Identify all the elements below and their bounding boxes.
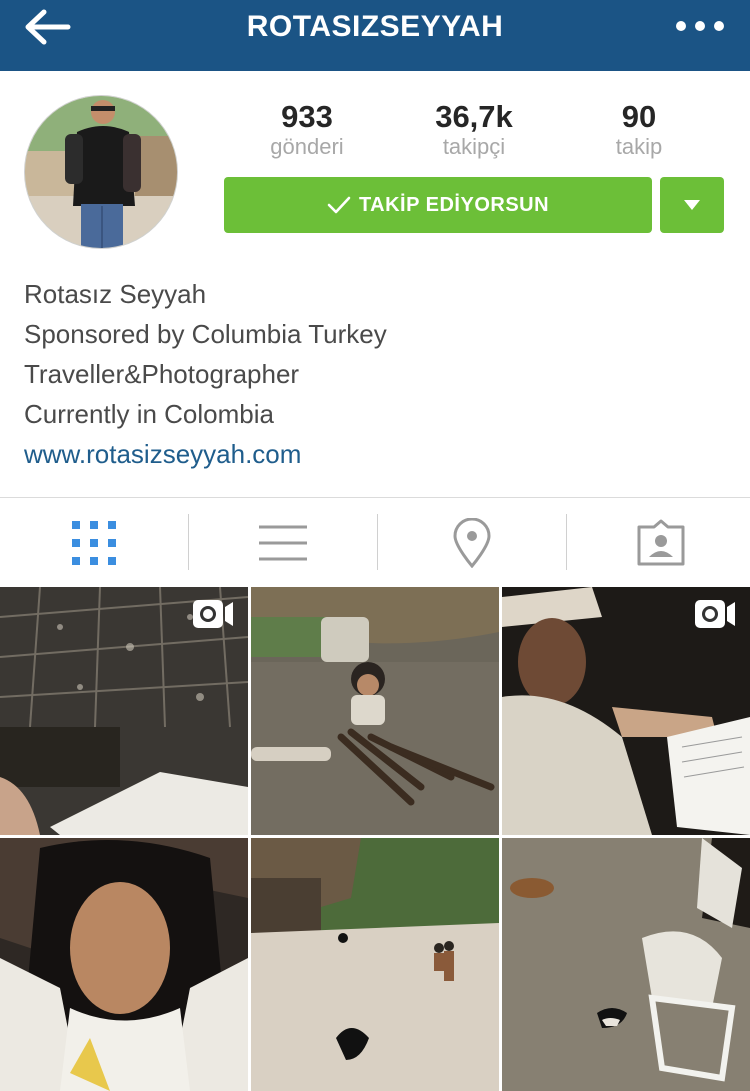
bio-line: Currently in Colombia (24, 399, 274, 429)
bio-line: Traveller&Photographer (24, 359, 300, 389)
profile-view-tabs (0, 497, 750, 587)
tab-grid[interactable] (0, 498, 188, 588)
top-bar: ROTASIZSEYYAH (0, 0, 750, 71)
tagged-photos-icon (637, 519, 685, 566)
caret-down-icon (684, 200, 700, 210)
checkmark-icon (327, 196, 351, 214)
profile-full-name: Rotasız Seyyah (24, 279, 207, 309)
video-icon (695, 600, 735, 628)
following-button[interactable]: TAKİP EDİYORSUN (224, 177, 652, 233)
followers-label: takipçi (442, 134, 506, 159)
posts-grid (0, 587, 750, 1091)
profile-username-title: ROTASIZSEYYAH (246, 10, 504, 43)
tab-list[interactable] (189, 498, 377, 588)
profile-bio: Rotasız Seyyah Sponsored by Columbia Tur… (24, 274, 724, 474)
following-count: 90 (621, 99, 657, 134)
post-thumbnail[interactable] (502, 838, 750, 1091)
stat-following[interactable]: 90 takip (569, 98, 709, 158)
suggestions-dropdown-button[interactable] (660, 177, 724, 233)
bio-website-link[interactable]: www.rotasizseyyah.com (24, 434, 724, 474)
bio-line: Sponsored by Columbia Turkey (24, 319, 387, 349)
location-pin-icon (453, 518, 491, 568)
tab-map[interactable] (378, 498, 566, 588)
following-button-label: TAKİP EDİYORSUN (358, 193, 550, 216)
video-icon (193, 600, 233, 628)
stat-followers[interactable]: 36,7k takipçi (404, 98, 544, 158)
post-thumbnail[interactable] (251, 587, 499, 835)
tab-tagged[interactable] (567, 498, 750, 588)
stat-posts[interactable]: 933 gönderi (237, 98, 377, 158)
posts-count: 933 (281, 99, 333, 134)
grid-icon (72, 521, 116, 565)
following-label: takip (615, 134, 663, 159)
followers-count: 36,7k (435, 99, 513, 134)
post-thumbnail[interactable] (502, 587, 750, 835)
list-icon (259, 525, 307, 561)
post-thumbnail[interactable] (251, 838, 499, 1091)
post-thumbnail[interactable] (0, 838, 248, 1091)
more-dots-icon (676, 21, 724, 31)
profile-avatar[interactable] (24, 95, 178, 249)
posts-label: gönderi (270, 134, 344, 159)
more-options-button[interactable] (674, 16, 726, 36)
post-thumbnail[interactable] (0, 587, 248, 835)
